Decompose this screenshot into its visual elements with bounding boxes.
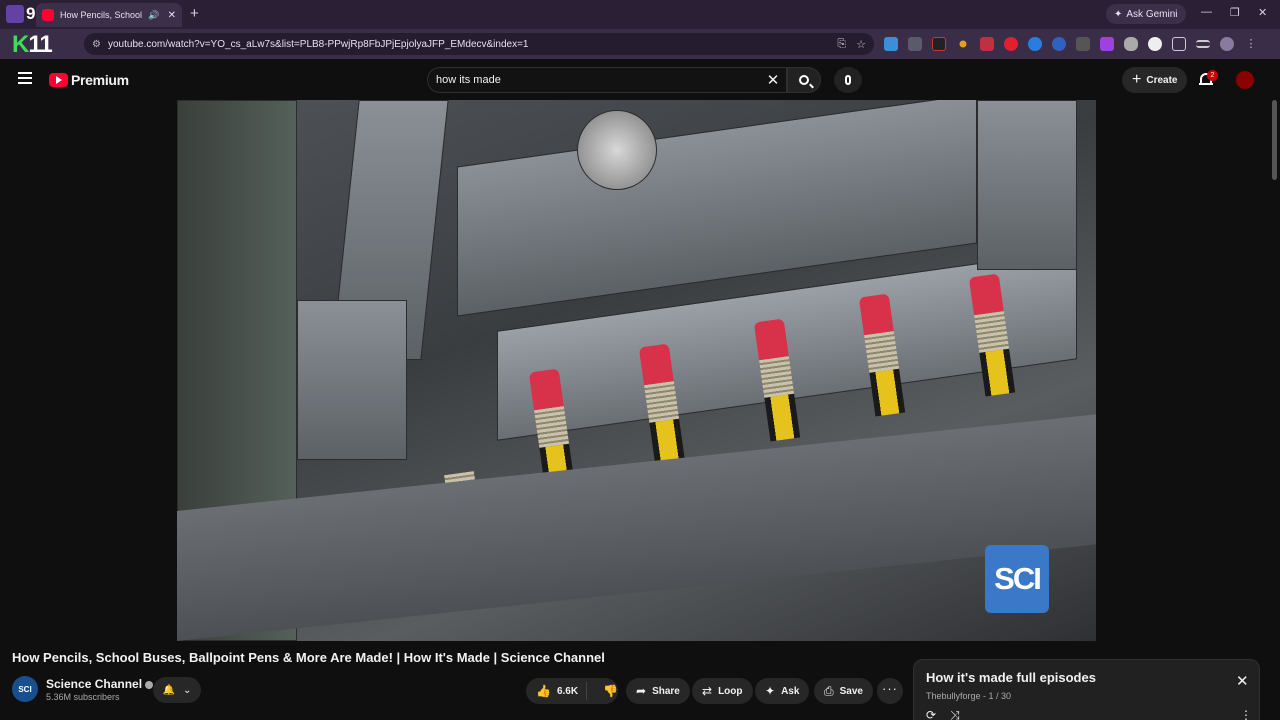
account-avatar[interactable] [1236,71,1254,89]
youtube-header: Premium ✕ + Create [0,59,1280,100]
notification-count-badge: 2 [1207,70,1218,81]
browser-tab[interactable]: How Pencils, School Bus 🔊 ✕ [36,3,182,27]
plus-icon: + [1132,71,1142,88]
close-window-icon[interactable]: ✕ [1258,6,1267,19]
like-dislike-group: 👍 6.6K 👎 [526,678,618,704]
search-button[interactable] [787,67,821,93]
microphone-icon [845,75,851,85]
ask-gemini-label: Ask Gemini [1126,8,1178,20]
save-button[interactable]: ⎙ Save [814,678,873,704]
save-label: Save [839,685,863,697]
like-count: 6.6K [556,685,579,697]
dislike-button[interactable]: 👎 [593,684,628,698]
chevron-down-icon: ⌄ [183,684,192,696]
extension-icon[interactable] [1076,37,1090,51]
url-text[interactable]: youtube.com/watch?v=YO_cs_aLw7s&list=PLB… [108,39,827,50]
video-frame-shape [977,100,1077,270]
more-actions-icon[interactable]: ··· [877,678,903,704]
playlist-subtitle: Thebullyforge - 1 / 30 [926,691,1012,701]
youtube-logo[interactable]: Premium [49,72,129,88]
sci-watermark-logo: SCI [985,545,1049,613]
restore-icon[interactable]: ❐ [1230,6,1240,19]
extension-icon[interactable] [1052,37,1066,51]
extension-icon[interactable] [932,37,946,51]
loop-playlist-icon[interactable]: ⟳ [926,708,936,720]
extension-icon[interactable] [1148,37,1162,51]
subscription-bell-button[interactable]: 🔔 ⌄ [153,677,201,703]
youtube-favicon-icon [42,9,54,21]
page-scrollbar[interactable] [1272,100,1277,180]
browser-menu-icon[interactable]: ⋮ [1244,37,1258,51]
minimize-icon[interactable]: — [1201,6,1212,18]
profile-logo: K11 [12,31,53,58]
create-button[interactable]: + Create [1122,67,1188,93]
verified-badge-icon [145,680,154,689]
channel-avatar[interactable]: SCI [12,676,38,702]
video-player[interactable]: SCI [177,100,1096,641]
ask-label: Ask [781,685,800,697]
ask-button[interactable]: ✦ Ask [755,678,810,704]
playlist-title[interactable]: How it's made full episodes [926,670,1096,685]
video-frame-shape [577,110,657,190]
thumbs-down-icon: 👎 [603,684,619,698]
speaker-icon[interactable]: 🔊 [148,10,159,21]
browser-toolbar: K11 ⚙ youtube.com/watch?v=YO_cs_aLw7s&li… [0,29,1280,59]
extension-icon[interactable] [1028,37,1042,51]
share-button[interactable]: ➦ Share [626,678,690,704]
extension-icon[interactable] [1100,37,1114,51]
playlist-controls: ⟳ ⤨ [926,708,960,720]
puzzle-icon[interactable] [1172,37,1186,51]
subscriber-count: 5.36M subscribers [46,692,120,702]
loop-icon: ⇄ [702,684,713,698]
video-title: How Pencils, School Buses, Ballpoint Pen… [12,650,605,665]
loop-label: Loop [718,685,743,697]
create-label: Create [1146,74,1178,86]
video-frame-shape [297,300,407,460]
new-tab-button[interactable]: + [190,5,199,22]
extension-icon[interactable] [884,37,898,51]
voice-search-button[interactable] [834,67,862,93]
gemini-icon: ✦ [1114,8,1123,20]
loop-button[interactable]: ⇄ Loop [692,678,753,704]
share-icon: ➦ [636,684,647,698]
share-label: Share [652,685,680,697]
extension-icon[interactable] [980,37,994,51]
thumbs-up-icon: 👍 [536,684,551,698]
extensions-bar: ⋮ [884,37,1258,51]
install-app-icon[interactable]: ⎘ [837,38,846,51]
search-icon [799,75,809,85]
site-info-icon[interactable]: ⚙ [92,39,102,50]
address-bar[interactable]: ⚙ youtube.com/watch?v=YO_cs_aLw7s&list=P… [84,33,874,55]
profile-avatar-icon[interactable] [1220,37,1234,51]
extension-icon[interactable] [959,40,967,48]
search-box[interactable]: ✕ [427,67,787,93]
clear-search-icon[interactable]: ✕ [760,71,786,89]
shuffle-icon[interactable]: ⤨ [950,708,960,720]
logo-text: Premium [71,72,129,88]
search-input[interactable] [436,74,760,86]
save-bookmark-icon: ⎙ [824,683,834,698]
extension-icon[interactable] [1004,37,1018,51]
bookmark-star-icon[interactable]: ☆ [856,38,866,51]
extension-icon[interactable] [908,37,922,51]
close-playlist-icon[interactable]: ✕ [1236,672,1249,690]
youtube-play-icon [49,73,68,87]
media-control-icon[interactable] [1196,40,1210,48]
close-tab-icon[interactable]: ✕ [168,10,176,21]
like-button[interactable]: 👍 6.6K [526,682,588,700]
menu-icon[interactable] [18,72,32,84]
playlist-panel: How it's made full episodes Thebullyforg… [913,659,1260,720]
sparkle-icon: ✦ [765,684,776,698]
channel-name[interactable]: Science Channel [46,677,154,691]
extension-icon[interactable] [1124,37,1138,51]
ask-gemini-button[interactable]: ✦ Ask Gemini [1106,4,1186,24]
playlist-menu-icon[interactable]: ⋮ [1240,708,1252,720]
tab-title: How Pencils, School Bus [60,10,144,20]
browser-tab-bar: 9 How Pencils, School Bus 🔊 ✕ + ✦ Ask Ge… [0,0,1280,29]
bell-icon: 🔔 [162,684,176,696]
